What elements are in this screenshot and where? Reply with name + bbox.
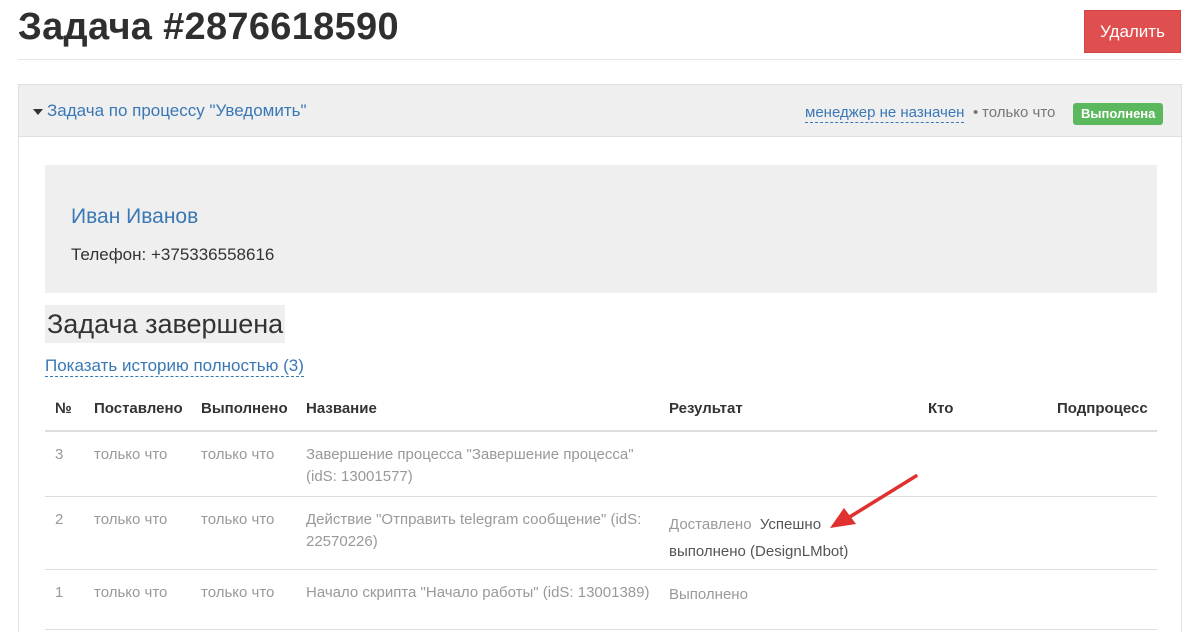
header-separator: • bbox=[973, 104, 979, 121]
row-name: Начало скрипта "Начало работы" (idS: 130… bbox=[306, 584, 650, 601]
column-header-posted: Поставлено bbox=[94, 400, 183, 417]
delete-button[interactable]: Удалить bbox=[1084, 10, 1181, 53]
row-posted: только что bbox=[94, 584, 168, 601]
status-badge: Выполнена bbox=[1073, 103, 1164, 125]
row-result-prefix: Доставлено bbox=[669, 516, 752, 533]
row-result: Доставлено Успешно выполнено (DesignLMbo… bbox=[669, 511, 869, 565]
row-name: Завершение процесса "Завершение процесса… bbox=[306, 446, 634, 485]
table-row: 2 только что только что Действие "Отправ… bbox=[45, 497, 1157, 570]
column-header-who: Кто bbox=[928, 400, 954, 417]
column-header-number: № bbox=[55, 400, 72, 417]
row-posted: только что bbox=[94, 446, 168, 463]
row-done: только что bbox=[201, 511, 275, 528]
table-row: 1 только что только что Начало скрипта "… bbox=[45, 570, 1157, 630]
column-header-result: Результат bbox=[669, 400, 743, 417]
task-panel: Задача по процессу "Уведомить" менеджер … bbox=[18, 84, 1182, 632]
table-row: 3 только что только что Завершение проце… bbox=[45, 432, 1157, 497]
contact-phone-label: Телефон: bbox=[71, 245, 151, 264]
header-time: только что bbox=[982, 104, 1056, 121]
row-number: 3 bbox=[55, 446, 64, 463]
column-header-done: Выполнено bbox=[201, 400, 288, 417]
process-link[interactable]: Задача по процессу "Уведомить" bbox=[47, 101, 307, 121]
task-status-heading: Задача завершена bbox=[45, 305, 286, 343]
column-header-subprocess: Подпроцесс bbox=[1057, 400, 1148, 417]
row-name: Действие "Отправить telegram сообщение" … bbox=[306, 511, 642, 550]
page-title: Задача #2876618590 bbox=[18, 6, 399, 48]
row-result: Выполнено bbox=[669, 584, 869, 606]
manager-link[interactable]: менеджер не назначен bbox=[805, 104, 965, 123]
row-result-prefix: Выполнено bbox=[669, 586, 748, 603]
contact-name-link[interactable]: Иван Иванов bbox=[71, 205, 198, 229]
contact-phone-value: +375336558616 bbox=[150, 245, 275, 264]
column-header-name: Название bbox=[306, 400, 377, 417]
row-done: только что bbox=[201, 584, 275, 601]
contact-phone: Телефон: +375336558616 bbox=[71, 245, 274, 265]
row-done: только что bbox=[201, 446, 275, 463]
row-number: 1 bbox=[55, 584, 64, 601]
row-posted: только что bbox=[94, 511, 168, 528]
caret-down-icon[interactable] bbox=[33, 109, 43, 115]
panel-header: Задача по процессу "Уведомить" менеджер … bbox=[19, 85, 1181, 137]
contact-card: Иван Иванов Телефон: +375336558616 bbox=[45, 165, 1157, 293]
show-history-link[interactable]: Показать историю полностью (3) bbox=[45, 356, 304, 377]
title-divider bbox=[18, 59, 1182, 60]
row-number: 2 bbox=[55, 511, 64, 528]
